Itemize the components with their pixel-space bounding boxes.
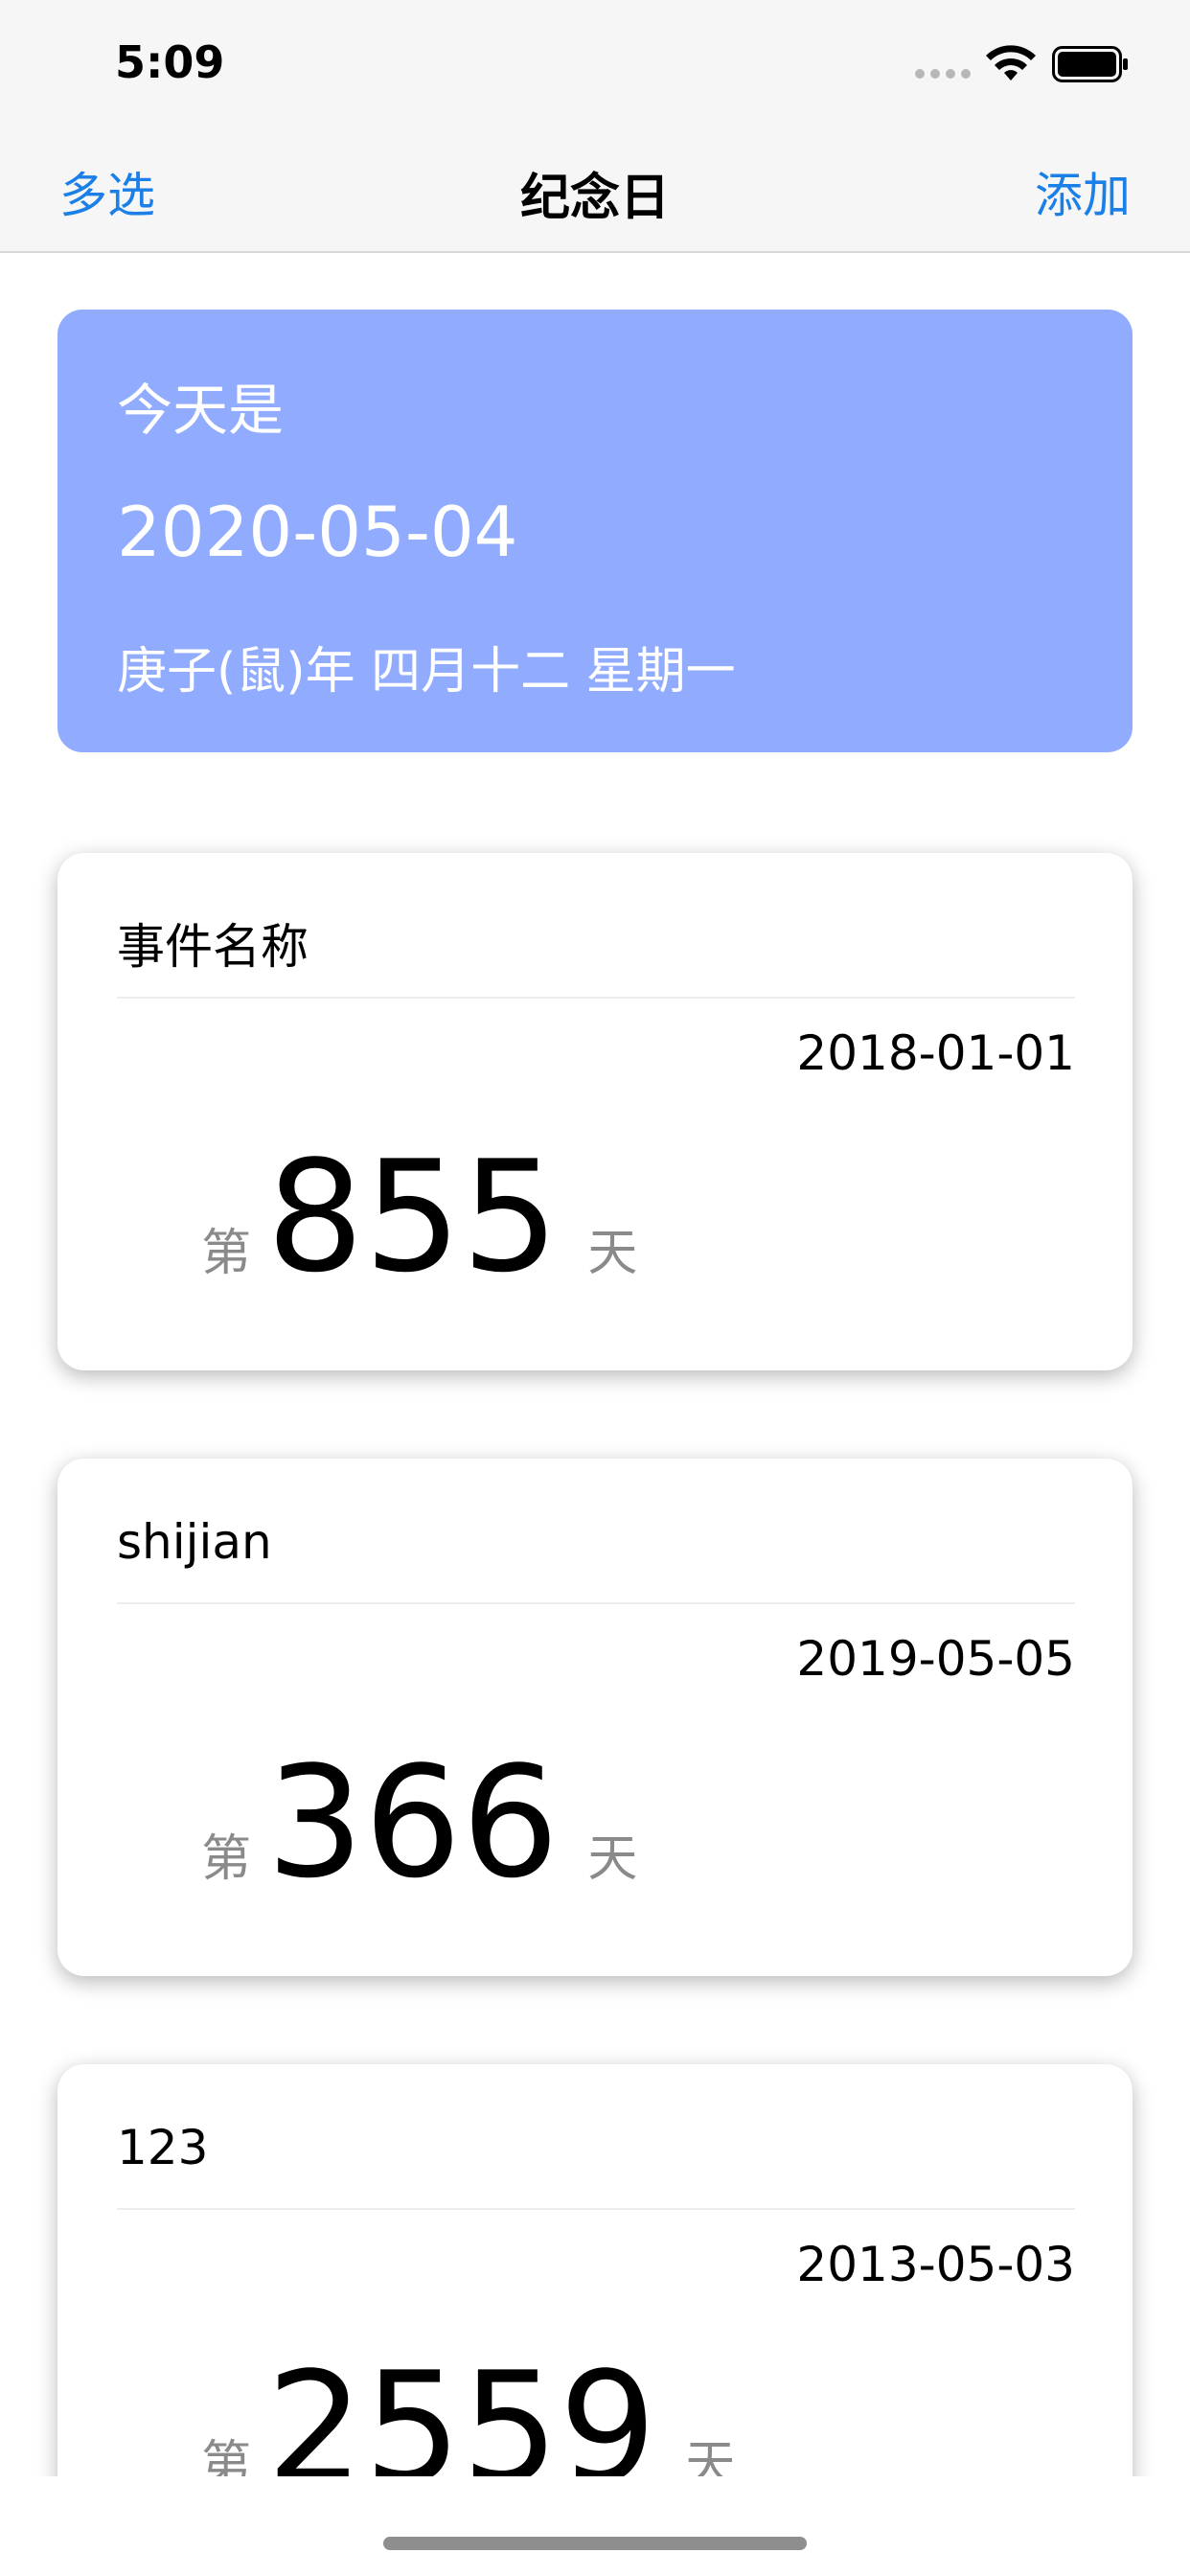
wifi-icon bbox=[986, 45, 1036, 80]
event-card[interactable]: shijian 2019-05-05 第 366 天 bbox=[57, 1459, 1133, 1976]
divider bbox=[117, 1602, 1075, 1604]
status-time: 5:09 bbox=[115, 36, 225, 88]
add-button[interactable]: 添加 bbox=[1035, 157, 1131, 226]
event-name: shijian bbox=[117, 1514, 272, 1570]
event-name: 事件名称 bbox=[117, 919, 309, 975]
event-name: 123 bbox=[117, 2120, 209, 2175]
signal-icon bbox=[915, 69, 971, 79]
anniversary-list[interactable]: 今天是 2020-05-04 庚子(鼠)年 四月十二 星期一 事件名称 2018… bbox=[0, 255, 1190, 2476]
event-date: 2019-05-05 bbox=[796, 1631, 1075, 1687]
day-count: 第 366 天 bbox=[201, 1746, 637, 1899]
battery-icon bbox=[1052, 46, 1128, 82]
divider bbox=[117, 2208, 1075, 2210]
day-count-number: 855 bbox=[266, 1127, 560, 1306]
event-card[interactable]: 123 2013-05-03 第 2559 天 bbox=[57, 2064, 1133, 2476]
day-count-suffix: 天 bbox=[587, 1830, 638, 1888]
day-count-number: 366 bbox=[266, 1733, 560, 1912]
divider bbox=[117, 997, 1075, 999]
status-bar: 5:09 bbox=[0, 0, 1190, 126]
event-date: 2013-05-03 bbox=[796, 2237, 1075, 2292]
today-date: 2020-05-04 bbox=[117, 492, 518, 572]
day-count-number: 2559 bbox=[266, 2338, 657, 2477]
day-count-prefix: 第 bbox=[201, 2436, 252, 2476]
navigation-bar: 多选 纪念日 添加 bbox=[0, 126, 1190, 253]
page-title: 纪念日 bbox=[519, 170, 670, 227]
day-count-suffix: 天 bbox=[685, 2436, 736, 2476]
today-card: 今天是 2020-05-04 庚子(鼠)年 四月十二 星期一 bbox=[57, 310, 1133, 752]
today-label: 今天是 bbox=[117, 378, 285, 443]
home-indicator[interactable] bbox=[383, 2537, 807, 2550]
day-count: 第 855 天 bbox=[201, 1140, 637, 1294]
event-card[interactable]: 事件名称 2018-01-01 第 855 天 bbox=[57, 853, 1133, 1370]
day-count-suffix: 天 bbox=[587, 1225, 638, 1282]
day-count-prefix: 第 bbox=[201, 1225, 252, 1282]
today-lunar-date: 庚子(鼠)年 四月十二 星期一 bbox=[117, 643, 736, 701]
day-count: 第 2559 天 bbox=[201, 2338, 736, 2477]
day-count-prefix: 第 bbox=[201, 1830, 252, 1888]
event-date: 2018-01-01 bbox=[796, 1025, 1075, 1081]
